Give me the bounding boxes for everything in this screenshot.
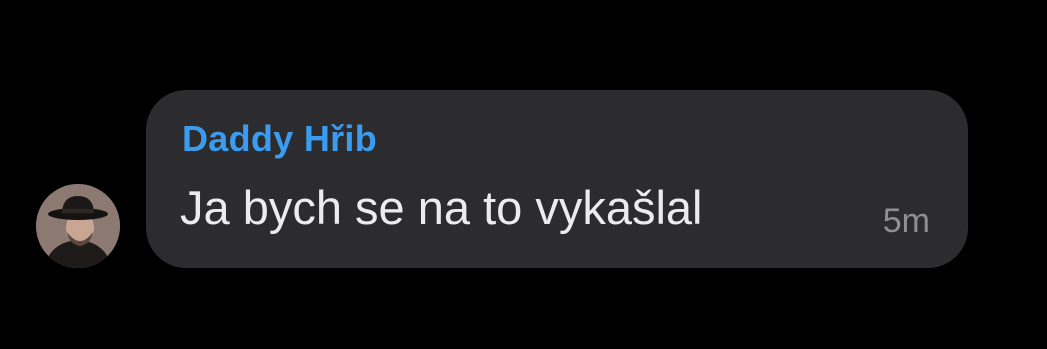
avatar[interactable] [36,184,120,268]
avatar-photo-icon [36,184,120,268]
message-bubble[interactable]: Daddy Hřib Ja bych se na to vykašlal 5m [146,90,968,268]
message-text: Ja bych se na to vykašlal [180,181,703,234]
message-timestamp: 5m [882,202,930,240]
sender-name[interactable]: Daddy Hřib [182,118,377,160]
